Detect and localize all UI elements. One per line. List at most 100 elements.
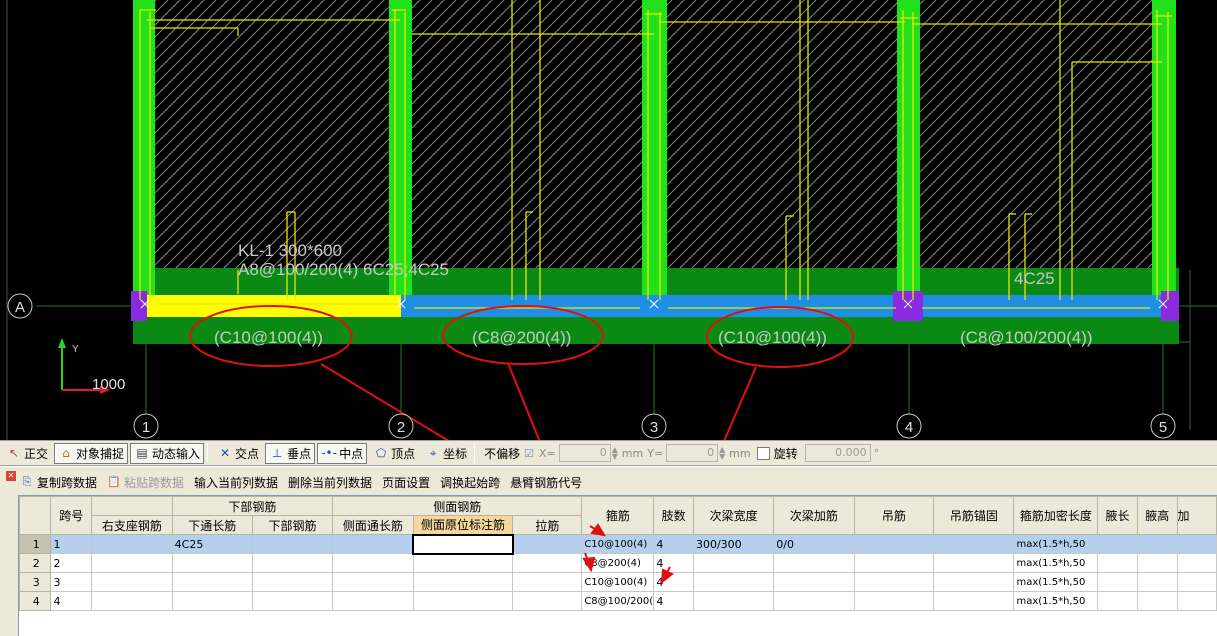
cell-bottom-through[interactable] bbox=[171, 572, 253, 592]
cell-tie[interactable] bbox=[512, 591, 583, 611]
dynamic-input-button[interactable]: ▤ 动态输入 bbox=[130, 442, 205, 464]
header-haunch-height[interactable]: 腋高 bbox=[1136, 496, 1178, 535]
perpendicular-snap-button[interactable]: ⊥ 垂点 bbox=[265, 442, 316, 464]
cell-hanger[interactable] bbox=[853, 553, 935, 573]
cell-side-through[interactable] bbox=[332, 534, 414, 554]
cell-bottom[interactable] bbox=[251, 553, 334, 573]
offset-mode-select[interactable]: 不偏移 ☑ bbox=[480, 443, 537, 464]
row-number[interactable]: 3 bbox=[19, 572, 52, 592]
cell-haunch-length[interactable] bbox=[1097, 534, 1138, 554]
cell-hanger-anchor[interactable] bbox=[933, 534, 1015, 554]
row-number[interactable]: 4 bbox=[19, 591, 52, 611]
cell-hanger[interactable] bbox=[853, 572, 935, 592]
coordinate-snap-button[interactable]: ⌖ 坐标 bbox=[421, 443, 471, 464]
cell-legs[interactable]: 4 bbox=[653, 572, 694, 592]
header-legs[interactable]: 肢数 bbox=[653, 496, 694, 535]
cell-bottom[interactable] bbox=[251, 534, 334, 554]
cell-bottom-through[interactable] bbox=[171, 591, 253, 611]
cell-side-original-editing[interactable] bbox=[412, 533, 514, 555]
swap-start-span-button[interactable]: 调换起始跨 bbox=[440, 474, 500, 491]
input-column-button[interactable]: 输入当前列数据 bbox=[194, 474, 278, 491]
cell-sub-add[interactable]: 0/0 bbox=[773, 534, 855, 554]
row-number[interactable]: 1 bbox=[19, 534, 52, 554]
cell-right-support[interactable] bbox=[91, 534, 173, 554]
delete-column-button[interactable]: 删除当前列数据 bbox=[288, 474, 372, 491]
table-row[interactable]: 1 1 4C25 C10@100(4) 4 300/300 0/0 max(1.… bbox=[19, 533, 1217, 555]
header-hanger[interactable]: 吊筋 bbox=[853, 496, 935, 535]
row-number[interactable]: 2 bbox=[19, 553, 52, 573]
cell-bottom[interactable] bbox=[251, 572, 334, 592]
cell-side-original[interactable] bbox=[412, 591, 514, 611]
intersection-snap-button[interactable]: ✕ 交点 bbox=[213, 443, 263, 464]
cell-legs[interactable]: 4 bbox=[653, 534, 694, 554]
cell-haunch-height[interactable] bbox=[1136, 534, 1178, 554]
cell-hanger-anchor[interactable] bbox=[933, 591, 1015, 611]
table-row[interactable]: 4 4 C8@100/200( 4 max(1.5*h,50 bbox=[19, 591, 1217, 611]
cell-sub-add[interactable] bbox=[773, 591, 855, 611]
cell-sub-add[interactable] bbox=[773, 572, 855, 592]
beam-span-4[interactable] bbox=[909, 295, 1163, 317]
cell-side-original[interactable] bbox=[412, 553, 514, 573]
table-row[interactable]: 3 3 C10@100(4) 4 max(1.5*h,50 bbox=[19, 572, 1217, 592]
rotate-checkbox[interactable] bbox=[756, 446, 770, 460]
cell-legs[interactable]: 4 bbox=[653, 553, 694, 573]
cell-extra[interactable] bbox=[1176, 553, 1217, 573]
cell-bottom-through[interactable]: 4C25 bbox=[171, 534, 253, 554]
cell-sub-add[interactable] bbox=[773, 553, 855, 573]
object-snap-button[interactable]: ⌂ 对象捕捉 bbox=[54, 442, 129, 464]
spinner-icon[interactable]: ▲ ▼ bbox=[612, 446, 620, 461]
header-extra[interactable]: 加 bbox=[1176, 496, 1217, 535]
cell-span[interactable]: 1 bbox=[50, 534, 93, 554]
cell-bottom[interactable] bbox=[251, 591, 334, 611]
drawing-canvas[interactable]: KL-1 300*600 A8@100/200(4) 6C25;4C25 4C2… bbox=[0, 0, 1217, 579]
cell-span[interactable]: 4 bbox=[50, 591, 93, 611]
header-right-support[interactable]: 右支座钢筋 bbox=[91, 515, 173, 535]
x-input[interactable]: 0 bbox=[558, 444, 611, 462]
ortho-button[interactable]: ↖ 正交 bbox=[2, 443, 52, 464]
header-hanger-anchor[interactable]: 吊筋锚固 bbox=[933, 496, 1015, 535]
cell-extra[interactable] bbox=[1176, 591, 1217, 611]
cell-haunch-height[interactable] bbox=[1136, 553, 1178, 573]
cell-haunch-length[interactable] bbox=[1097, 553, 1138, 573]
midpoint-snap-button[interactable]: -•- 中点 bbox=[317, 442, 368, 464]
copy-span-data-button[interactable]: ⎘ 复制跨数据 bbox=[20, 474, 97, 491]
rotate-input[interactable]: 0.000 bbox=[804, 444, 871, 462]
close-icon[interactable]: ✕ bbox=[6, 471, 16, 481]
table-row[interactable]: 2 2 C8@200(4) 4 max(1.5*h,50 bbox=[19, 553, 1217, 573]
cell-right-support[interactable] bbox=[91, 572, 173, 592]
cell-sub-width[interactable] bbox=[692, 591, 775, 611]
cell-haunch-length[interactable] bbox=[1097, 591, 1138, 611]
cell-sub-width[interactable] bbox=[692, 572, 775, 592]
cell-dense-length[interactable]: max(1.5*h,50 bbox=[1013, 572, 1099, 592]
cell-haunch-height[interactable] bbox=[1136, 591, 1178, 611]
header-dense-length[interactable]: 箍筋加密长度 bbox=[1013, 496, 1099, 535]
cell-dense-length[interactable]: max(1.5*h,50 bbox=[1013, 591, 1099, 611]
header-side-through[interactable]: 侧面通长筋 bbox=[332, 515, 414, 535]
cell-stirrup[interactable]: C8@100/200( bbox=[581, 591, 655, 611]
header-haunch-length[interactable]: 腋长 bbox=[1097, 496, 1138, 535]
header-stirrup[interactable]: 箍筋 bbox=[581, 496, 655, 535]
header-bottom-through[interactable]: 下通长筋 bbox=[171, 515, 253, 535]
header-side-original[interactable]: 侧面原位标注筋 bbox=[412, 515, 514, 535]
header-sub-width[interactable]: 次梁宽度 bbox=[692, 496, 775, 535]
cell-stirrup[interactable]: C10@100(4) bbox=[581, 572, 655, 592]
cell-haunch-height[interactable] bbox=[1136, 572, 1178, 592]
cell-right-support[interactable] bbox=[91, 553, 173, 573]
cell-side-through[interactable] bbox=[332, 591, 414, 611]
cell-hanger[interactable] bbox=[853, 534, 935, 554]
cell-span[interactable]: 3 bbox=[50, 572, 93, 592]
cell-dense-length[interactable]: max(1.5*h,50 bbox=[1013, 553, 1099, 573]
cell-tie[interactable] bbox=[512, 534, 583, 554]
cell-side-through[interactable] bbox=[332, 572, 414, 592]
header-sub-add[interactable]: 次梁加筋 bbox=[773, 496, 855, 535]
vertex-snap-button[interactable]: ⬠ 顶点 bbox=[369, 443, 419, 464]
page-setup-button[interactable]: 页面设置 bbox=[382, 474, 430, 491]
cell-right-support[interactable] bbox=[91, 591, 173, 611]
cell-stirrup[interactable]: C10@100(4) bbox=[581, 534, 655, 554]
cell-side-original[interactable] bbox=[412, 572, 514, 592]
cell-sub-width[interactable] bbox=[692, 553, 775, 573]
y-input[interactable]: 0 bbox=[666, 444, 719, 462]
cell-tie[interactable] bbox=[512, 553, 583, 573]
cell-side-through[interactable] bbox=[332, 553, 414, 573]
cell-dense-length[interactable]: max(1.5*h,50 bbox=[1013, 534, 1099, 554]
